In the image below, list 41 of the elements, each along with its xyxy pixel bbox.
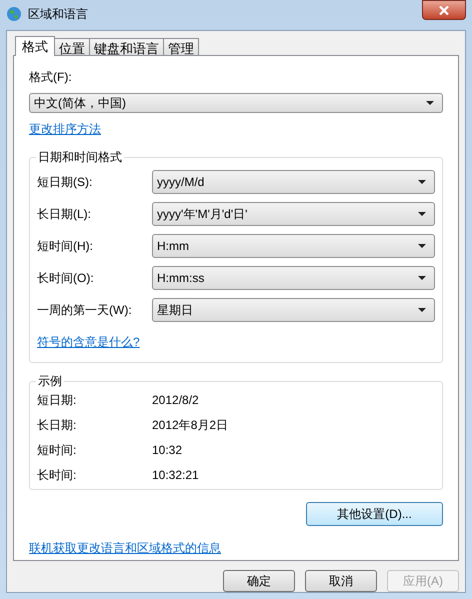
link[interactable]: 联机获取更改语言和区域格式的信息 (29, 541, 221, 555)
window-title: 区域和语言 (28, 6, 88, 23)
dropdown[interactable]: 星期日 (152, 298, 435, 322)
dropdown[interactable]: yyyy'年'M'月'd'日' (152, 202, 435, 226)
example-label: 短时间: (37, 442, 78, 459)
link[interactable]: 符号的含意是什么? (37, 335, 140, 349)
dropdown[interactable]: H:mm (152, 234, 435, 258)
example-label: 长时间: (37, 467, 78, 484)
caret-icon (418, 276, 426, 280)
additional-settings-button[interactable]: 其他设置(D)... (306, 502, 443, 526)
dropdown[interactable]: 中文(简体，中国) (29, 93, 443, 113)
field-label: 一周的第一天(W): (37, 302, 133, 319)
field-label: 长日期(L): (37, 206, 92, 223)
tab[interactable]: 键盘和语言 (89, 38, 164, 56)
dropdown[interactable]: yyyy/M/d (152, 170, 435, 194)
link[interactable]: 更改排序方法 (29, 122, 101, 136)
example-value: 10:32:21 (152, 467, 199, 484)
field-label: 长时间(O): (37, 270, 95, 287)
globe-icon (6, 6, 22, 22)
caret-icon (418, 308, 426, 312)
close-icon (439, 6, 449, 14)
group-title: 示例 (36, 374, 64, 388)
field-label: 短时间(H): (37, 238, 94, 255)
tab[interactable]: 格式 (15, 36, 55, 56)
example-value: 10:32 (152, 442, 182, 459)
caret-icon (418, 212, 426, 216)
field-label: 短日期(S): (37, 174, 94, 191)
caret-icon (426, 101, 434, 105)
caret-icon (418, 244, 426, 248)
example-value: 2012年8月2日 (152, 417, 228, 434)
dialog-button[interactable]: 取消 (305, 570, 377, 592)
close-button[interactable] (422, 0, 466, 20)
dialog-button[interactable]: 确定 (223, 570, 295, 592)
dropdown[interactable]: H:mm:ss (152, 266, 435, 290)
group-title: 日期和时间格式 (36, 150, 124, 164)
caret-icon (418, 180, 426, 184)
field-label: 格式(F): (29, 69, 73, 86)
tab[interactable]: 管理 (163, 38, 199, 56)
example-label: 长日期: (37, 417, 78, 434)
example-label: 短日期: (37, 392, 78, 409)
example-value: 2012/8/2 (152, 392, 199, 409)
